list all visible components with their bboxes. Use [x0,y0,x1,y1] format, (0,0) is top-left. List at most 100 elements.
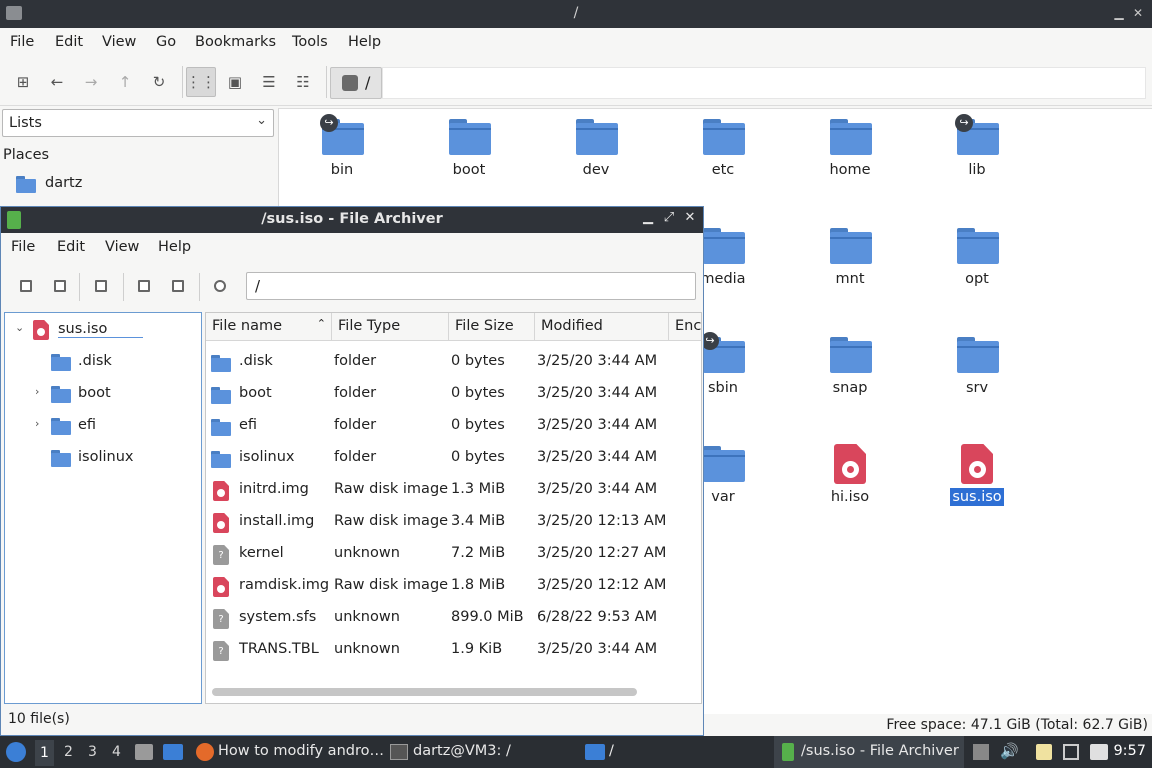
location-input[interactable]: / [246,272,696,300]
cell-modified: 3/25/20 3:44 AM [537,417,658,433]
chevron-right-icon[interactable]: › [35,385,39,398]
close-icon[interactable]: ✕ [683,210,697,225]
path-bar[interactable]: / [330,67,382,99]
file-row[interactable]: ? system.sfs unknown 899.0 MiB 6/28/22 9:53 … [206,603,701,635]
file-row[interactable]: isolinux folder 0 bytes 3/25/20 3:44 AM [206,443,701,475]
new-tab-icon[interactable]: ⊞ [11,70,35,94]
file-row[interactable]: efi folder 0 bytes 3/25/20 3:44 AM [206,411,701,443]
menu-bookmarks[interactable]: Bookmarks [195,34,276,50]
file-item-sus-iso[interactable]: sus.iso [927,436,1027,526]
file-item-boot[interactable]: boot [419,109,519,199]
menu-go[interactable]: Go [156,34,176,50]
new-archive-icon[interactable] [18,278,34,294]
close-icon[interactable]: ✕ [1131,6,1145,20]
compact-view-icon[interactable]: ☰ [257,70,281,94]
menu-view[interactable]: View [105,239,139,255]
start-menu-icon[interactable] [6,742,26,762]
cell-modified: 3/25/20 3:44 AM [537,449,658,465]
tree-node-efi[interactable]: › efi [35,415,191,439]
tree-node-isolinux[interactable]: isolinux [51,447,191,471]
file-item-dev[interactable]: dev [546,109,646,199]
menu-help[interactable]: Help [158,239,191,255]
menu-help[interactable]: Help [348,34,381,50]
tree-node-susiso[interactable]: ⌄ sus.iso [15,319,171,343]
minimize-icon[interactable]: ▁ [641,210,655,225]
folder-icon [51,450,71,467]
menu-file[interactable]: File [10,34,34,50]
workspace-2[interactable]: 2 [64,744,73,760]
stop-icon[interactable] [212,278,228,294]
clipboard-icon[interactable] [1036,744,1052,760]
detailed-view-icon[interactable]: ☷ [291,70,315,94]
file-row[interactable]: install.img Raw disk image 3.4 MiB 3/25/20 … [206,507,701,539]
file-item-lib[interactable]: ↪ lib [927,109,1027,199]
file-row[interactable]: ramdisk.img Raw disk image 1.8 MiB 3/25/20 … [206,571,701,603]
tree-node-label: isolinux [78,449,134,465]
back-icon[interactable]: ← [45,70,69,94]
minimize-icon[interactable]: ▁ [1112,6,1126,20]
archiver-window: /sus.iso - File Archiver ▁ ⤢ ✕ File Edit… [0,206,704,736]
column-encrypted[interactable]: Encr [669,313,701,341]
maximize-icon[interactable]: ⤢ [662,210,676,225]
open-archive-icon[interactable] [52,278,68,294]
add-folder-icon[interactable] [170,278,186,294]
file-item-etc[interactable]: etc [673,109,773,199]
task-file-manager[interactable]: / [580,736,770,768]
column-file-size[interactable]: File Size [449,313,535,341]
firefox-icon [196,743,214,761]
side-pane-select[interactable]: Lists ⌄ [2,109,274,137]
clock[interactable]: 9:57 [1113,743,1146,759]
menu-file[interactable]: File [11,239,35,255]
show-desktop-icon[interactable] [135,744,153,760]
menu-edit[interactable]: Edit [55,34,83,50]
workspace-3[interactable]: 3 [88,744,97,760]
menu-view[interactable]: View [102,34,136,50]
volume-icon[interactable]: 🔊 [1000,742,1019,760]
tray-storage-icon[interactable] [973,744,989,760]
cell-modified: 3/25/20 12:12 AM [537,577,667,593]
chevron-right-icon[interactable]: › [35,417,39,430]
workspace-4[interactable]: 4 [112,744,121,760]
file-item-home[interactable]: home [800,109,900,199]
file-item-label: snap [832,380,868,396]
file-row[interactable]: initrd.img Raw disk image 1.3 MiB 3/25/20 3… [206,475,701,507]
chevron-down-icon[interactable]: ⌄ [15,321,24,334]
task-file-archiver[interactable]: /sus.iso - File Archiver [774,736,964,768]
forward-icon[interactable]: → [79,70,103,94]
horizontal-scrollbar[interactable] [212,688,637,696]
path-root-icon[interactable] [342,75,358,91]
task-terminal[interactable]: dartz@VM3: / [386,736,576,768]
thumbnail-view-icon[interactable]: ▣ [223,70,247,94]
file-item-bin[interactable]: ↪ bin [292,109,392,199]
network-icon[interactable] [1063,744,1079,760]
file-manager-launcher-icon[interactable] [163,744,183,760]
workspace-1[interactable]: 1 [35,740,54,766]
cell-name: ramdisk.img [239,577,330,593]
reload-icon[interactable]: ↻ [147,70,171,94]
tree-node-disk[interactable]: .disk [51,351,191,375]
column-modified[interactable]: Modified [535,313,669,341]
folder-icon [576,119,618,155]
file-row[interactable]: ? kernel unknown 7.2 MiB 3/25/20 12:27 AM [206,539,701,571]
column-file-type[interactable]: File Type [332,313,449,341]
cell-type: unknown [334,641,400,657]
file-row[interactable]: ? TRANS.TBL unknown 1.9 KiB 3/25/20 3:44 AM [206,635,701,667]
tree-node-boot[interactable]: › boot [35,383,191,407]
file-item-hi-iso[interactable]: hi.iso [800,436,900,526]
add-files-icon[interactable] [136,278,152,294]
file-item-srv[interactable]: srv [927,327,1027,417]
menu-edit[interactable]: Edit [57,239,85,255]
menu-tools[interactable]: Tools [292,34,328,50]
extract-icon[interactable] [93,278,109,294]
column-file-name[interactable]: File name ⌃ [206,313,332,341]
notification-icon[interactable] [1090,744,1108,760]
task-firefox[interactable]: How to modify andro… [192,736,384,768]
folder-icon [957,228,999,264]
file-row[interactable]: .disk folder 0 bytes 3/25/20 3:44 AM [206,347,701,379]
file-item-opt[interactable]: opt [927,218,1027,308]
file-item-mnt[interactable]: mnt [800,218,900,308]
icon-view-icon[interactable]: ⋮⋮ [186,67,216,97]
up-icon[interactable]: ↑ [113,70,137,94]
file-item-snap[interactable]: snap [800,327,900,417]
file-row[interactable]: boot folder 0 bytes 3/25/20 3:44 AM [206,379,701,411]
